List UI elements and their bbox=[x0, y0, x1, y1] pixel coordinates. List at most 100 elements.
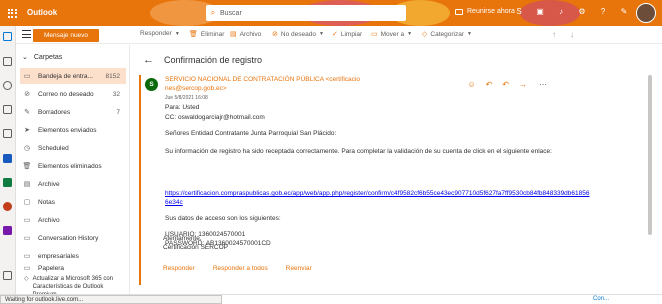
back-arrow-icon[interactable]: ← bbox=[143, 54, 154, 66]
top-bar: Outlook ⌕ Buscar Reunirse ahora S ▣ ♪ ⚙ … bbox=[0, 0, 662, 26]
excel-icon[interactable] bbox=[3, 178, 12, 187]
confirmation-link[interactable]: https://certificacion.compraspublicas.go… bbox=[165, 190, 590, 207]
video-camera-icon bbox=[455, 8, 463, 15]
categorize-label: Categorizar bbox=[430, 30, 464, 38]
powerpoint-icon[interactable] bbox=[3, 202, 12, 211]
folder-label: Borradores bbox=[38, 108, 71, 116]
delete-button[interactable]: 🗑 Eliminar bbox=[189, 30, 225, 39]
archive-label: Archivo bbox=[239, 30, 262, 38]
next-message-icon[interactable]: ↓ bbox=[570, 30, 574, 39]
archive-icon: ▤ bbox=[230, 31, 237, 38]
folder-item-papelera[interactable]: ▭ Papelera bbox=[20, 260, 126, 276]
sender-name[interactable]: SERVICIO NACIONAL DE CONTRATACIÓN PÚBLIC… bbox=[165, 76, 375, 93]
folder-item-archivo[interactable]: ▭ Archivo bbox=[20, 212, 126, 228]
sender-avatar[interactable]: S bbox=[145, 78, 158, 91]
previous-message-icon[interactable]: ↑ bbox=[552, 30, 556, 39]
trash-icon: 🗑 bbox=[189, 31, 198, 38]
mail-icon[interactable] bbox=[3, 32, 12, 41]
body-paragraph: Sus datos de acceso son los siguientes: bbox=[165, 215, 281, 222]
signature-name: Certificación SERCOP bbox=[163, 244, 229, 251]
chevron-down-icon: ▼ bbox=[407, 31, 413, 37]
junk-button[interactable]: ⊘ No deseado ▼ bbox=[272, 30, 324, 39]
reply-link[interactable]: Responder bbox=[163, 265, 195, 272]
app-title: Outlook bbox=[27, 8, 58, 17]
folder-label: Scheduled bbox=[38, 144, 69, 152]
folder-label: Conversation History bbox=[38, 234, 99, 242]
signature-closing: Atentamente, bbox=[163, 235, 202, 242]
onenote-icon[interactable] bbox=[3, 226, 12, 235]
folder-item-inbox[interactable]: ▭ Bandeja de entra... 8152 bbox=[20, 68, 126, 84]
folder-move-icon: ▭ bbox=[371, 31, 378, 38]
office-icon[interactable]: ▣ bbox=[534, 6, 546, 18]
folder-item-archive[interactable]: ▤ Archive bbox=[20, 176, 126, 192]
folder-pane: ⌄ Carpetas ▭ Bandeja de entra... 8152 ⊘ … bbox=[16, 45, 130, 298]
categorize-button[interactable]: ◇ Categorizar ▼ bbox=[422, 30, 472, 39]
command-bar: Mensaje nuevo Responder ▼ 🗑 Eliminar ▤ Arch… bbox=[16, 26, 662, 44]
loading-status: Waiting for outlook.live.com... bbox=[0, 295, 222, 304]
smile-icon[interactable]: ☺ bbox=[467, 80, 475, 89]
folders-header[interactable]: ⌄ Carpetas bbox=[22, 53, 63, 62]
folder-label: Archive bbox=[38, 180, 60, 188]
folder-label: empresariales bbox=[38, 252, 79, 260]
search-input[interactable]: Buscar bbox=[220, 10, 242, 17]
folder-label: Elementos eliminados bbox=[38, 162, 102, 170]
delete-label: Eliminar bbox=[200, 30, 225, 38]
folder-item-conversation-history[interactable]: ▭ Conversation History bbox=[20, 230, 126, 246]
clock-icon: ◷ bbox=[23, 145, 31, 152]
unread-count: 32 bbox=[112, 90, 120, 98]
message-date: Jue 5/8/2021 16:08 bbox=[165, 95, 208, 101]
skype-icon[interactable]: S bbox=[513, 6, 525, 18]
move-to-label: Mover a bbox=[380, 30, 405, 38]
folder-item-junk[interactable]: ⊘ Correo no deseado 32 bbox=[20, 86, 126, 102]
forward-link[interactable]: Reenviar bbox=[286, 265, 312, 272]
waffle-icon bbox=[7, 8, 17, 18]
tag-icon: ◇ bbox=[422, 31, 428, 38]
search-box[interactable]: ⌕ Buscar bbox=[206, 5, 406, 21]
app-launcher-button[interactable] bbox=[0, 0, 24, 26]
people-icon[interactable] bbox=[3, 81, 12, 90]
folder-item-deleted[interactable]: 🗑 Elementos eliminados bbox=[20, 158, 126, 174]
word-icon[interactable] bbox=[3, 154, 12, 163]
gear-icon[interactable]: ⚙ bbox=[576, 6, 588, 18]
unread-count: 8152 bbox=[105, 72, 120, 80]
reply-icon[interactable]: ↶ bbox=[486, 80, 493, 89]
folders-heading: Carpetas bbox=[33, 53, 63, 61]
feedback-icon[interactable]: ✎ bbox=[618, 6, 630, 18]
folder-label: Papelera bbox=[38, 264, 65, 272]
chevron-down-icon: ▼ bbox=[318, 31, 324, 37]
attachment-icon[interactable] bbox=[3, 105, 12, 114]
scrollbar[interactable] bbox=[648, 75, 652, 235]
reply-all-link[interactable]: Responder a todos bbox=[213, 265, 268, 272]
folder-item-notes[interactable]: ▢ Notas bbox=[20, 194, 126, 210]
meet-now-label: Reunirse ahora bbox=[467, 8, 515, 15]
sweep-button[interactable]: ✓ Limpiar bbox=[332, 30, 362, 39]
help-icon[interactable]: ? bbox=[597, 6, 609, 18]
pencil-icon: ✎ bbox=[24, 109, 30, 116]
bell-icon[interactable]: ♪ bbox=[555, 6, 567, 18]
new-mail-button[interactable]: Mensaje nuevo bbox=[33, 29, 99, 42]
folder-item-drafts[interactable]: ✎ Borradores 7 bbox=[20, 104, 126, 120]
folder-icon: ▭ bbox=[23, 253, 31, 260]
recipient-to: Para: Usted bbox=[165, 104, 200, 111]
junk-label: No deseado bbox=[280, 30, 316, 38]
status-credit: Con... bbox=[593, 296, 610, 302]
move-to-button[interactable]: ▭ Mover a ▼ bbox=[371, 30, 413, 39]
reply-button[interactable]: Responder ▼ bbox=[140, 30, 180, 37]
todo-icon[interactable] bbox=[3, 129, 12, 138]
reply-all-icon[interactable]: ↶ bbox=[502, 80, 509, 89]
more-options-icon[interactable]: ⋯ bbox=[539, 80, 547, 89]
folder-icon: ▭ bbox=[23, 265, 31, 272]
folder-item-sent[interactable]: ➤ Elementos enviados bbox=[20, 122, 126, 138]
folder-item-scheduled[interactable]: ◷ Scheduled bbox=[20, 140, 126, 156]
message-subject: Confirmación de registro bbox=[164, 55, 263, 65]
user-avatar[interactable] bbox=[636, 3, 656, 23]
forward-icon[interactable]: → bbox=[519, 80, 527, 89]
hamburger-menu-icon[interactable] bbox=[22, 30, 31, 38]
archive-button[interactable]: ▤ Archivo bbox=[230, 30, 262, 39]
calendar-icon[interactable] bbox=[3, 57, 12, 66]
more-apps-icon[interactable] bbox=[3, 271, 12, 280]
note-icon: ▢ bbox=[23, 199, 31, 206]
chevron-down-icon: ▼ bbox=[467, 31, 472, 37]
trash-icon: 🗑 bbox=[22, 163, 32, 170]
meet-now-button[interactable]: Reunirse ahora bbox=[455, 8, 515, 15]
